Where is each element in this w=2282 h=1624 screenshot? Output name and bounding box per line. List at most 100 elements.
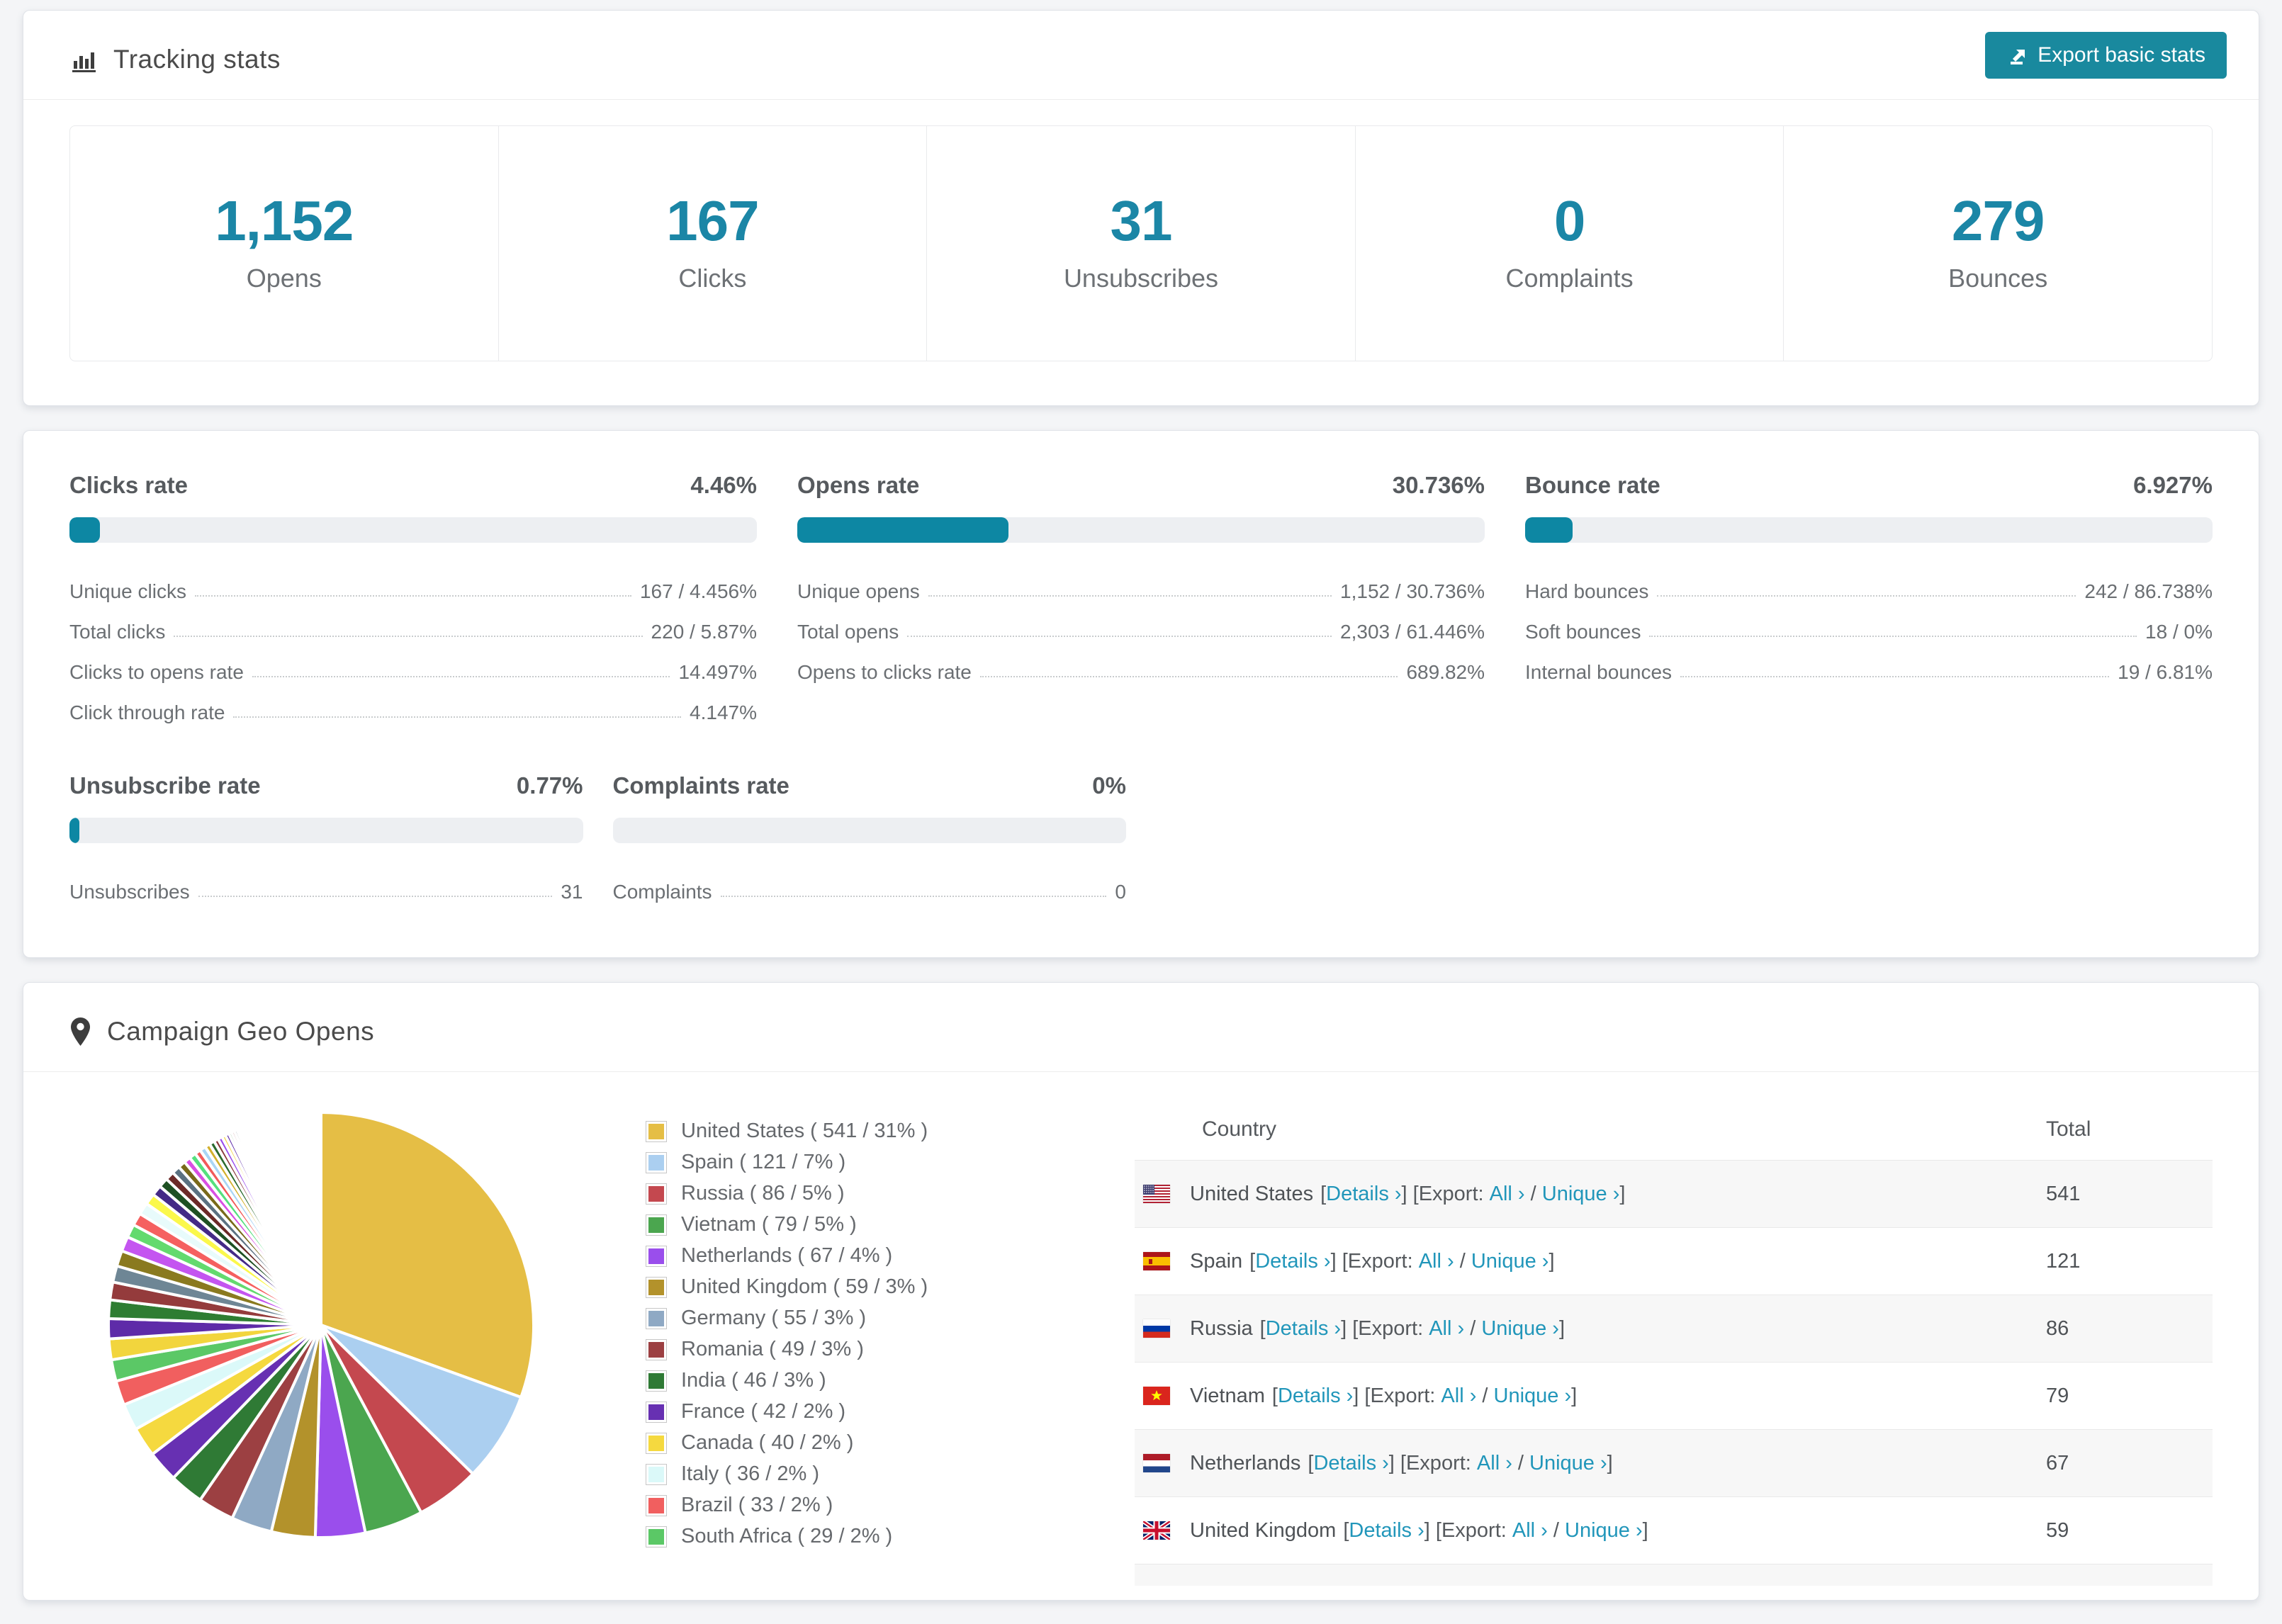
geo-table-row-es: Spain[Details ›] [Export: All › / Unique… xyxy=(1135,1228,2213,1295)
rate-detail-value: 1,152 / 30.736% xyxy=(1340,580,1485,602)
stat-cell-opens: 1,152 Opens xyxy=(70,126,498,361)
legend-item-spain[interactable]: Spain ( 121 / 7% ) xyxy=(646,1151,1099,1174)
rate-detail-row: Total opens 2,303 / 61.446% xyxy=(797,607,1485,648)
legend-swatch-color xyxy=(648,1154,664,1171)
total-cell: 121 xyxy=(2046,1249,2081,1273)
export-unique-link[interactable]: Unique › xyxy=(1494,1385,1572,1408)
rate-progress-track xyxy=(69,818,583,843)
bracket: ] xyxy=(1571,1384,1578,1407)
export-unique-link[interactable]: Unique › xyxy=(1481,1317,1559,1341)
legend-label: Netherlands ( 67 / 4% ) xyxy=(681,1244,893,1267)
legend-label: France ( 42 / 2% ) xyxy=(681,1400,846,1423)
legend-item-united-states[interactable]: United States ( 541 / 31% ) xyxy=(646,1120,1099,1143)
export-all-link[interactable]: All › xyxy=(1512,1519,1548,1543)
details-link[interactable]: Details › xyxy=(1266,1317,1341,1341)
legend-label: Canada ( 40 / 2% ) xyxy=(681,1431,854,1454)
rate-detail-label: Unique opens xyxy=(797,580,920,602)
export-all-link[interactable]: All › xyxy=(1441,1385,1476,1408)
legend-swatch xyxy=(646,1338,667,1360)
rate-block-unsubscribe-rate: Unsubscribe rate 0.77% Unsubscribes 31 xyxy=(69,772,583,908)
export-label: Export: xyxy=(1370,1384,1441,1407)
rate-detail-value: 689.82% xyxy=(1406,661,1485,683)
dotted-leader xyxy=(979,676,1398,677)
bracket: ] [ xyxy=(1401,1182,1419,1205)
rate-detail-value: 14.497% xyxy=(678,661,757,683)
flag-us-icon xyxy=(1143,1185,1170,1203)
geo-content: United States ( 541 / 31% ) Spain ( 121 /… xyxy=(23,1072,2259,1586)
rate-title: Clicks rate xyxy=(69,472,188,498)
legend-item-india[interactable]: India ( 46 / 3% ) xyxy=(646,1369,1099,1392)
export-unique-link[interactable]: Unique › xyxy=(1565,1519,1643,1543)
export-all-link[interactable]: All › xyxy=(1477,1452,1512,1475)
export-all-link[interactable]: All › xyxy=(1419,1250,1454,1273)
legend-swatch-color xyxy=(648,1185,664,1202)
bracket: ] [ xyxy=(1353,1384,1371,1407)
bracket: ] xyxy=(1548,1249,1555,1273)
bar-chart-icon xyxy=(69,45,98,74)
legend-swatch xyxy=(646,1401,667,1423)
legend-item-vietnam[interactable]: Vietnam ( 79 / 5% ) xyxy=(646,1213,1099,1236)
page: Tracking stats Export basic stats 1,152 O… xyxy=(0,0,2282,1601)
map-marker-icon xyxy=(69,1017,91,1047)
legend-item-netherlands[interactable]: Netherlands ( 67 / 4% ) xyxy=(646,1244,1099,1268)
export-label: Export: xyxy=(1405,1451,1477,1474)
rate-value: 0% xyxy=(1092,772,1126,799)
rate-progress-track xyxy=(69,517,757,543)
details-link[interactable]: Details › xyxy=(1255,1250,1330,1273)
legend-item-brazil[interactable]: Brazil ( 33 / 2% ) xyxy=(646,1494,1099,1517)
bracket: ] xyxy=(1558,1316,1565,1340)
geo-table-row-ru: Russia[Details ›] [Export: All › / Uniqu… xyxy=(1135,1295,2213,1363)
rate-value: 30.736% xyxy=(1392,472,1485,498)
details-link[interactable]: Details › xyxy=(1349,1519,1424,1543)
legend-item-italy[interactable]: Italy ( 36 / 2% ) xyxy=(646,1462,1099,1486)
bracket: [ xyxy=(1343,1518,1349,1542)
total-cell: 79 xyxy=(2046,1384,2069,1407)
rate-detail-label: Soft bounces xyxy=(1525,621,1641,643)
rate-detail-label: Click through rate xyxy=(69,701,225,723)
rate-detail-value: 31 xyxy=(561,881,583,903)
dotted-leader xyxy=(1680,676,2110,677)
bracket: ] xyxy=(1607,1451,1613,1474)
legend-label: Germany ( 55 / 3% ) xyxy=(681,1307,867,1329)
details-link[interactable]: Details › xyxy=(1278,1385,1353,1408)
legend-item-france[interactable]: France ( 42 / 2% ) xyxy=(646,1400,1099,1423)
flag-vn-icon xyxy=(1143,1387,1170,1405)
legend-item-romania[interactable]: Romania ( 49 / 3% ) xyxy=(646,1338,1099,1361)
rate-detail-label: Total opens xyxy=(797,621,899,643)
country-cell: Vietnam [Details ›] [Export: All › / Uniq… xyxy=(1135,1385,2046,1408)
export-unique-link[interactable]: Unique › xyxy=(1542,1183,1620,1206)
details-link[interactable]: Details › xyxy=(1326,1183,1401,1206)
legend-swatch-color xyxy=(648,1372,664,1389)
country-name: Spain xyxy=(1190,1249,1243,1273)
export-all-link[interactable]: All › xyxy=(1490,1183,1525,1206)
details-link[interactable]: Details › xyxy=(1313,1452,1388,1475)
legend-item-south-africa[interactable]: South Africa ( 29 / 2% ) xyxy=(646,1525,1099,1548)
export-unique-link[interactable]: Unique › xyxy=(1529,1452,1607,1475)
rate-progress-track xyxy=(612,818,1126,843)
legend-swatch-color xyxy=(648,1248,664,1264)
bracket: ] xyxy=(1619,1182,1626,1205)
stat-label: Clicks xyxy=(678,264,747,293)
legend-item-germany[interactable]: Germany ( 55 / 3% ) xyxy=(646,1307,1099,1330)
rate-detail-row: Total clicks 220 / 5.87% xyxy=(69,607,757,648)
rate-detail-row: Unique opens 1,152 / 30.736% xyxy=(797,567,1485,607)
flag-gb-icon xyxy=(1143,1521,1170,1540)
bracket: ] [ xyxy=(1341,1316,1359,1340)
stat-value: 31 xyxy=(1110,189,1172,252)
column-header-country: Country xyxy=(1202,1117,1277,1141)
legend-item-russia[interactable]: Russia ( 86 / 5% ) xyxy=(646,1182,1099,1205)
legend-swatch-color xyxy=(648,1279,664,1295)
rate-detail-row: Complaints 0 xyxy=(613,867,1127,908)
rate-detail-label: Unique clicks xyxy=(69,580,186,602)
rate-progress-fill xyxy=(69,818,79,843)
legend-item-united-kingdom[interactable]: United Kingdom ( 59 / 3% ) xyxy=(646,1275,1099,1299)
flag-ru-icon xyxy=(1143,1319,1170,1338)
geo-table-header: Country Total xyxy=(1135,1098,2213,1161)
export-all-link[interactable]: All › xyxy=(1429,1317,1464,1341)
export-unique-link[interactable]: Unique › xyxy=(1471,1250,1549,1273)
legend-item-canada[interactable]: Canada ( 40 / 2% ) xyxy=(646,1431,1099,1455)
rate-detail-value: 19 / 6.81% xyxy=(2118,661,2213,683)
export-basic-stats-button[interactable]: Export basic stats xyxy=(1985,31,2227,79)
dotted-leader xyxy=(907,636,1332,637)
rate-block-opens-rate: Opens rate 30.736% Unique opens 1,152 / 30.… xyxy=(797,472,1485,728)
